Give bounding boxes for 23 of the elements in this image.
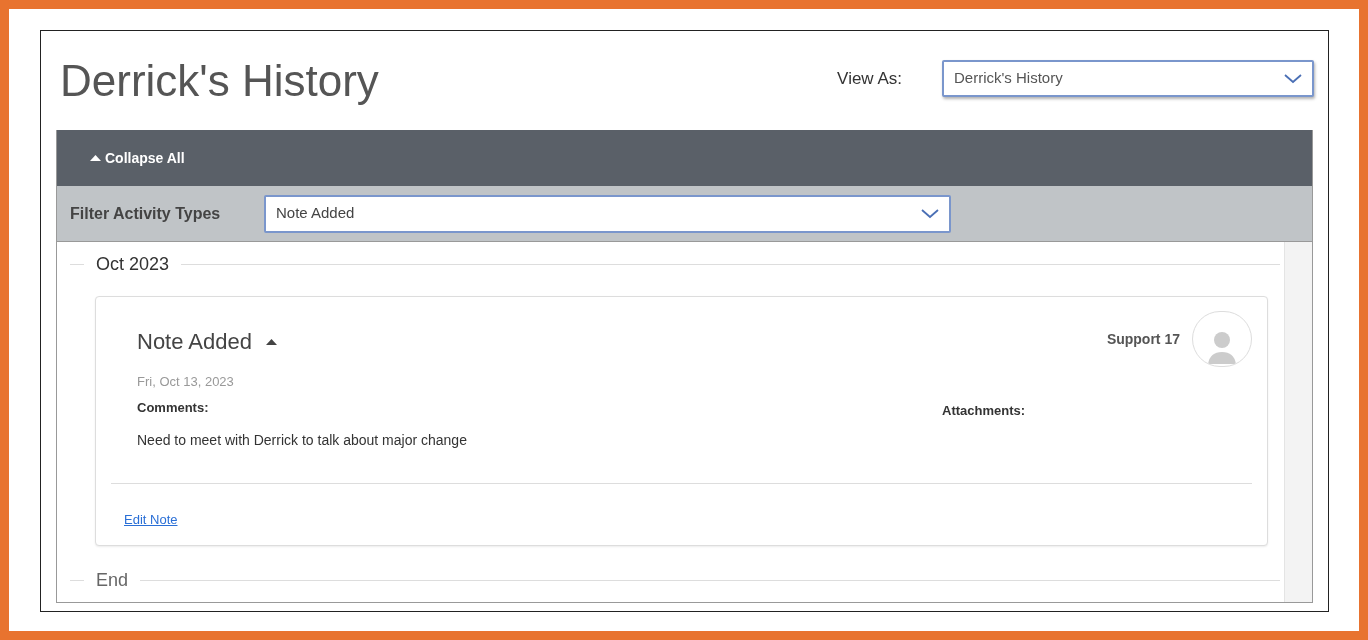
attachments-label: Attachments: <box>942 402 1026 418</box>
edit-note-link[interactable]: Edit Note <box>124 512 178 527</box>
page-title: Derrick's History <box>60 58 379 103</box>
view-as-dropdown[interactable]: Derrick's History <box>942 60 1314 97</box>
filter-label: Filter Activity Types <box>70 203 222 224</box>
chevron-down-icon <box>921 208 939 219</box>
avatar-icon <box>1192 311 1252 367</box>
entry-date: Fri, Oct 13, 2023 <box>137 373 235 391</box>
filter-dropdown[interactable]: Note Added <box>264 194 951 233</box>
collapse-all-button[interactable]: Collapse All <box>90 147 185 169</box>
view-as-label: View As: <box>837 67 902 90</box>
end-marker: End <box>95 568 130 592</box>
author-name: Support 17 <box>1106 329 1180 349</box>
dropdown-value: Note Added <box>276 203 356 224</box>
month-heading: Oct 2023 <box>95 252 171 276</box>
dropdown-value: Derrick's History <box>954 68 1064 89</box>
entry-title: Note Added <box>137 328 252 356</box>
scrollbar[interactable] <box>1284 242 1312 602</box>
caret-up-icon <box>90 155 101 162</box>
comments-label: Comments: <box>137 398 210 417</box>
comment-text: Need to meet with Derrick to talk about major change <box>137 431 468 450</box>
caret-up-icon[interactable] <box>266 338 277 345</box>
chevron-down-icon <box>1284 73 1302 84</box>
